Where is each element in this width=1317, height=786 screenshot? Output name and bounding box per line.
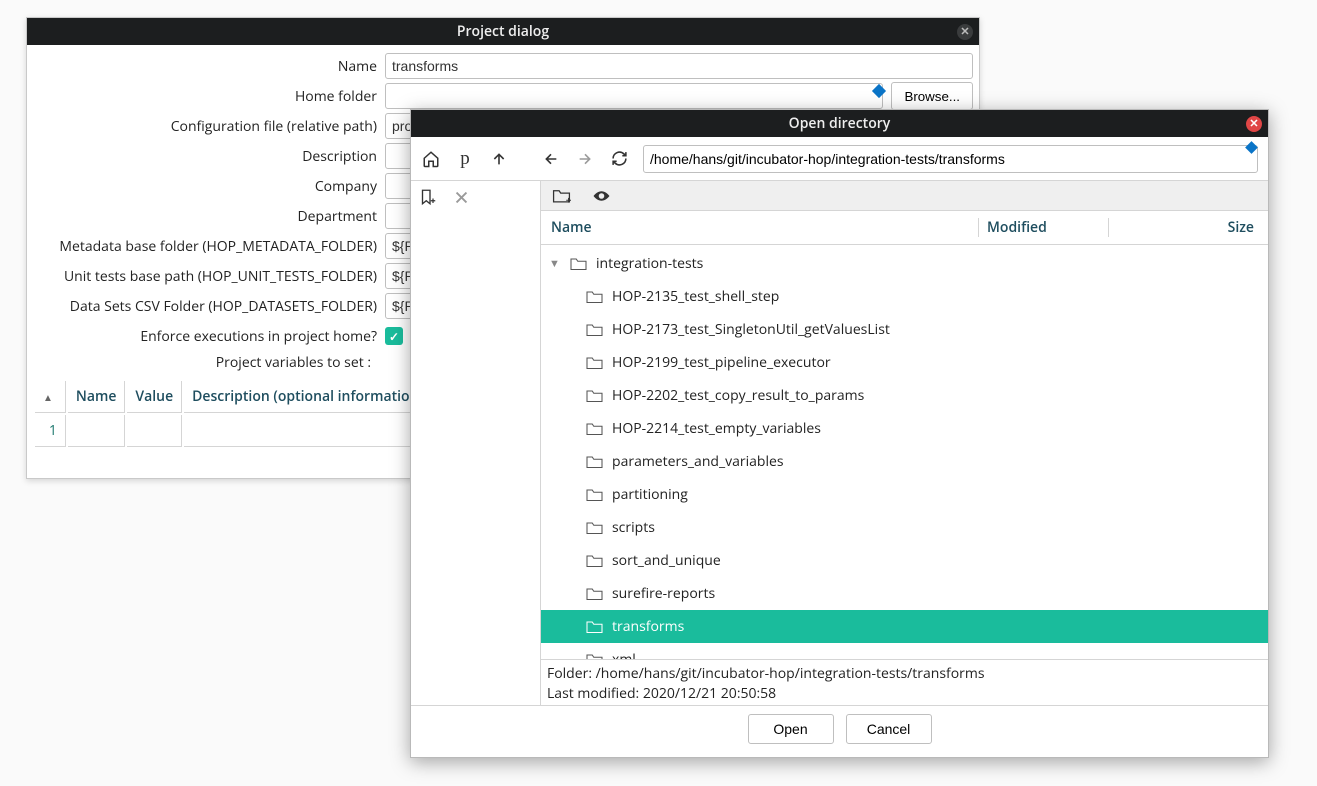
- add-bookmark-icon[interactable]: [417, 187, 437, 207]
- tree-item[interactable]: HOP-2199_test_pipeline_executor: [541, 346, 1268, 379]
- label-enforce: Enforce executions in project home?: [33, 327, 385, 346]
- tree-item[interactable]: xml: [541, 643, 1268, 659]
- tree-item[interactable]: HOP-2202_test_copy_result_to_params: [541, 379, 1268, 412]
- info-folder-label: Folder:: [547, 664, 596, 683]
- cell-name[interactable]: [68, 415, 126, 447]
- files-toolbar: [541, 181, 1268, 211]
- tree-item-label: xml: [612, 650, 636, 659]
- project-dialog-titlebar: Project dialog ✕: [27, 18, 979, 45]
- tree-item-label: HOP-2214_test_empty_variables: [612, 419, 821, 438]
- remove-bookmark-icon: [451, 187, 471, 207]
- tree-item-label: transforms: [612, 617, 684, 636]
- name-input[interactable]: [385, 53, 973, 79]
- show-hidden-icon[interactable]: [591, 186, 611, 206]
- cell-desc[interactable]: [184, 415, 418, 447]
- table-row[interactable]: 1: [35, 415, 419, 447]
- label-home-folder: Home folder: [33, 87, 385, 106]
- tree-item-label: HOP-2202_test_copy_result_to_params: [612, 386, 864, 405]
- open-directory-title: Open directory: [789, 114, 891, 133]
- info-folder-path: /home/hans/git/incubator-hop/integration…: [596, 664, 985, 683]
- browse-button[interactable]: Browse...: [891, 82, 973, 110]
- tree-item-label: HOP-2173_test_SingletonUtil_getValuesLis…: [612, 320, 890, 339]
- chevron-down-icon[interactable]: ▼: [549, 256, 561, 271]
- info-modified-label: Last modified:: [547, 684, 643, 703]
- directory-tree[interactable]: ▼ integration-tests HOP-2135_test_shell_st…: [541, 245, 1268, 659]
- forward-icon: [575, 149, 595, 169]
- tree-item[interactable]: HOP-2173_test_SingletonUtil_getValuesLis…: [541, 313, 1268, 346]
- open-directory-toolbar: p: [411, 137, 1268, 181]
- home-icon[interactable]: [421, 149, 441, 169]
- open-directory-titlebar: Open directory ✕: [411, 110, 1268, 137]
- open-directory-dialog: Open directory ✕ p: [410, 109, 1269, 758]
- files-pane: Name Modified Size ▼ integration-tests HOP…: [541, 181, 1268, 705]
- tree-item[interactable]: parameters_and_variables: [541, 445, 1268, 478]
- project-dialog-title: Project dialog: [457, 22, 549, 41]
- open-button[interactable]: Open: [748, 714, 834, 744]
- tree-root-label: integration-tests: [596, 254, 703, 273]
- back-icon[interactable]: [541, 149, 561, 169]
- path-input[interactable]: [643, 145, 1258, 173]
- column-size[interactable]: Size: [1108, 218, 1258, 237]
- col-name[interactable]: Name: [68, 381, 126, 413]
- label-description: Description: [33, 147, 385, 166]
- tree-item-label: surefire-reports: [612, 584, 715, 603]
- tree-item[interactable]: scripts: [541, 511, 1268, 544]
- open-directory-close-icon[interactable]: ✕: [1246, 116, 1262, 132]
- tree-item[interactable]: surefire-reports: [541, 577, 1268, 610]
- label-department: Department: [33, 207, 385, 226]
- label-unit-tests-folder: Unit tests base path (HOP_UNIT_TESTS_FOL…: [33, 267, 385, 286]
- project-icon[interactable]: p: [455, 149, 475, 169]
- tree-item-label: HOP-2135_test_shell_step: [612, 287, 779, 306]
- col-sort-icon[interactable]: [35, 381, 66, 413]
- tree-item-label: scripts: [612, 518, 655, 537]
- project-dialog-close-icon[interactable]: ✕: [957, 24, 973, 40]
- tree-item[interactable]: partitioning: [541, 478, 1268, 511]
- label-name: Name: [33, 57, 385, 76]
- label-company: Company: [33, 177, 385, 196]
- home-folder-input[interactable]: [385, 83, 883, 109]
- files-header: Name Modified Size: [541, 211, 1268, 245]
- enforce-checkbox[interactable]: ✓: [385, 327, 403, 345]
- refresh-icon[interactable]: [609, 149, 629, 169]
- label-metadata-folder: Metadata base folder (HOP_METADATA_FOLDE…: [33, 237, 385, 256]
- tree-item-label: HOP-2199_test_pipeline_executor: [612, 353, 831, 372]
- row-index: 1: [35, 415, 66, 447]
- new-folder-icon[interactable]: [551, 186, 571, 206]
- info-modified-value: 2020/12/21 20:50:58: [643, 684, 776, 703]
- tree-item[interactable]: HOP-2135_test_shell_step: [541, 280, 1268, 313]
- column-name[interactable]: Name: [551, 218, 978, 237]
- tree-root[interactable]: ▼ integration-tests: [541, 247, 1268, 280]
- tree-item[interactable]: transforms: [541, 610, 1268, 643]
- label-datasets-folder: Data Sets CSV Folder (HOP_DATASETS_FOLDE…: [33, 297, 385, 316]
- tree-item[interactable]: sort_and_unique: [541, 544, 1268, 577]
- col-value[interactable]: Value: [127, 381, 182, 413]
- cancel-button[interactable]: Cancel: [846, 714, 932, 744]
- tree-item-label: parameters_and_variables: [612, 452, 784, 471]
- cell-value[interactable]: [127, 415, 182, 447]
- variables-table: Name Value Description (optional informa…: [33, 379, 421, 449]
- column-modified[interactable]: Modified: [978, 218, 1108, 237]
- label-config-file: Configuration file (relative path): [33, 117, 385, 136]
- up-icon[interactable]: [489, 149, 509, 169]
- tree-item-label: partitioning: [612, 485, 688, 504]
- tree-item-label: sort_and_unique: [612, 551, 721, 570]
- col-desc[interactable]: Description (optional informatio: [184, 381, 418, 413]
- open-directory-footer: Open Cancel: [411, 705, 1268, 752]
- tree-item[interactable]: HOP-2214_test_empty_variables: [541, 412, 1268, 445]
- label-project-variables: Project variables to set :: [27, 351, 379, 375]
- bookmarks-pane: [411, 181, 541, 705]
- info-panel: Folder: /home/hans/git/incubator-hop/int…: [541, 659, 1268, 705]
